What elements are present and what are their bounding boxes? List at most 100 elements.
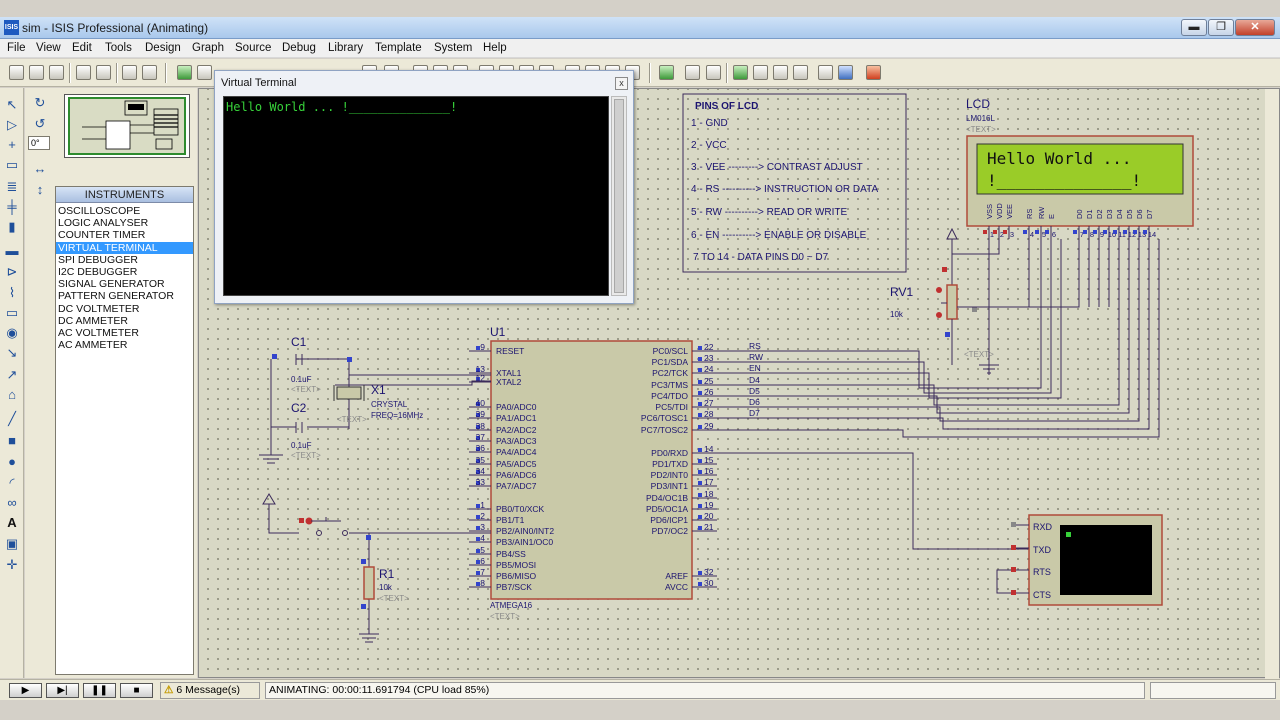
rotation-angle-field[interactable]: 0° <box>28 136 50 150</box>
instrument-item-selected[interactable]: VIRTUAL TERMINAL <box>56 241 193 254</box>
virtual-terminal-window[interactable]: Virtual Terminal x Hello World ... !____… <box>214 70 634 304</box>
print-icon[interactable] <box>122 65 137 80</box>
netlist-to-ares-icon[interactable] <box>866 65 881 80</box>
mcu-pin-number: 14 <box>704 444 714 454</box>
tape-recorder-icon[interactable]: ▭ <box>3 304 21 321</box>
reset-pushbutton[interactable] <box>299 517 371 540</box>
close-button[interactable]: ✕ <box>1235 19 1275 36</box>
resistor-r1[interactable]: R1 10k <TEXT> <box>361 559 409 609</box>
selection-mode-icon[interactable]: ↖ <box>3 96 21 113</box>
generator-icon[interactable]: ◉ <box>3 324 21 341</box>
virtual-terminal-scrollbar[interactable] <box>611 96 627 296</box>
menu-template[interactable]: Template <box>375 42 422 54</box>
instrument-item[interactable]: AC VOLTMETER <box>56 327 193 339</box>
wire-autorouter-icon[interactable] <box>659 65 674 80</box>
instrument-item[interactable]: SIGNAL GENERATOR <box>56 278 193 290</box>
electrical-rule-check-icon[interactable] <box>838 65 853 80</box>
menu-edit[interactable]: Edit <box>72 42 92 54</box>
component-mode-icon[interactable]: ▷ <box>3 116 21 133</box>
play-button[interactable]: ▶ <box>9 683 42 698</box>
overview-window[interactable] <box>64 94 190 158</box>
search-tag-icon[interactable] <box>685 65 700 80</box>
step-button[interactable]: ▶| <box>46 683 79 698</box>
circle-tool-icon[interactable]: ● <box>3 453 21 470</box>
menu-source[interactable]: Source <box>235 42 271 54</box>
exit-sheet-icon[interactable] <box>793 65 808 80</box>
rotate-anticlockwise-icon[interactable]: ↺ <box>31 115 49 132</box>
instrument-item[interactable]: LOGIC ANALYSER <box>56 217 193 229</box>
lcd-module[interactable]: LCD LM016L <TEXT> Hello World ... !_____… <box>966 97 1194 239</box>
path-tool-icon[interactable]: ∞ <box>3 494 21 511</box>
menu-design[interactable]: Design <box>145 42 181 54</box>
graph-icon[interactable]: ⌇ <box>3 284 21 301</box>
menu-graph[interactable]: Graph <box>192 42 224 54</box>
save-icon[interactable] <box>49 65 64 80</box>
virtual-terminal-screen[interactable]: Hello World ... !______________! <box>223 96 609 296</box>
menu-library[interactable]: Library <box>328 42 363 54</box>
new-sheet-icon[interactable] <box>733 65 748 80</box>
print-area-icon[interactable] <box>142 65 157 80</box>
symbol-tool-icon[interactable]: ▣ <box>3 535 21 552</box>
mirror-horizontal-icon[interactable]: ↔ <box>31 160 49 177</box>
instrument-item[interactable]: SPI DEBUGGER <box>56 254 193 266</box>
instrument-item[interactable]: OSCILLOSCOPE <box>56 205 193 217</box>
marker-tool-icon[interactable]: ✛ <box>3 556 21 573</box>
instrument-item[interactable]: DC VOLTMETER <box>56 303 193 315</box>
stop-button[interactable]: ■ <box>120 683 153 698</box>
virtual-terminal-instrument[interactable]: RXD TXD RTS CTS <box>996 514 1163 606</box>
buses-icon[interactable]: ╪ <box>3 198 21 215</box>
line-tool-icon[interactable]: ╱ <box>3 410 21 427</box>
refresh-icon[interactable] <box>177 65 192 80</box>
text-script-icon[interactable]: ≣ <box>3 178 21 195</box>
menu-tools[interactable]: Tools <box>105 42 132 54</box>
virtual-instruments-icon[interactable]: ⌂ <box>3 386 21 403</box>
export-icon[interactable] <box>96 65 111 80</box>
messages-indicator[interactable]: ⚠ 6 Message(s) <box>160 682 260 699</box>
menu-help[interactable]: Help <box>483 42 507 54</box>
menu-file[interactable]: File <box>7 42 26 54</box>
instrument-item[interactable]: COUNTER TIMER <box>56 229 193 241</box>
open-folder-icon[interactable] <box>29 65 44 80</box>
instrument-item[interactable]: DC AMMETER <box>56 315 193 327</box>
box-tool-icon[interactable]: ■ <box>3 432 21 449</box>
menu-view[interactable]: View <box>36 42 61 54</box>
device-pins-icon[interactable]: ⊳ <box>3 263 21 280</box>
arc-tool-icon[interactable]: ◜ <box>3 474 21 491</box>
instrument-item[interactable]: PATTERN GENERATOR <box>56 290 193 302</box>
mcu-pin-name: PD5/OC1A <box>646 504 688 514</box>
canvas-vertical-scrollbar[interactable] <box>1265 89 1279 679</box>
remove-sheet-icon[interactable] <box>753 65 768 80</box>
instrument-item[interactable]: I2C DEBUGGER <box>56 266 193 278</box>
menu-debug[interactable]: Debug <box>282 42 316 54</box>
minimize-button[interactable]: ▬ <box>1181 19 1207 36</box>
instrument-item[interactable]: AC AMMETER <box>56 339 193 351</box>
property-tool-icon[interactable] <box>706 65 721 80</box>
current-probe-icon[interactable]: ↗ <box>3 366 21 383</box>
crystal-x1[interactable]: X1 CRYSTAL FREQ=16MHz <TEXT> <box>333 383 423 424</box>
mcu-pin-name: PA2/ADC2 <box>496 425 537 435</box>
pause-button[interactable]: ❚❚ <box>83 683 116 698</box>
grid-icon[interactable] <box>197 65 212 80</box>
voltage-probe-icon[interactable]: ↘ <box>3 344 21 361</box>
virtual-terminal-close-button[interactable]: x <box>615 77 628 90</box>
mcu-pin-number: 7 <box>480 567 485 577</box>
lcd-pin-number: 6 <box>1052 230 1056 239</box>
text-tool-icon[interactable]: A <box>3 514 21 531</box>
new-file-icon[interactable] <box>9 65 24 80</box>
main-toolbar <box>0 59 1280 87</box>
mirror-vertical-icon[interactable]: ↕ <box>31 181 49 198</box>
c1-value: 0.1uF <box>291 375 312 384</box>
junction-dot-icon[interactable]: + <box>3 136 21 153</box>
import-icon[interactable] <box>76 65 91 80</box>
bill-of-materials-icon[interactable] <box>818 65 833 80</box>
rotate-clockwise-icon[interactable]: ↻ <box>31 94 49 111</box>
goto-sheet-icon[interactable] <box>773 65 788 80</box>
lcd-pin-label: D4 <box>1115 209 1124 219</box>
subcircuit-icon[interactable]: ▮ <box>3 218 21 235</box>
wire-label-icon[interactable]: ▭ <box>3 156 21 173</box>
lcd-pin-label: VDD <box>995 203 1004 219</box>
terminals-icon[interactable]: ▬ <box>3 242 21 259</box>
microcontroller-u1[interactable]: U1 ATMEGA16 <TEXT> 9 RESET13 XTAL112 XTAL24… <box>469 325 763 621</box>
maximize-button[interactable]: ❐ <box>1208 19 1234 36</box>
menu-system[interactable]: System <box>434 42 472 54</box>
